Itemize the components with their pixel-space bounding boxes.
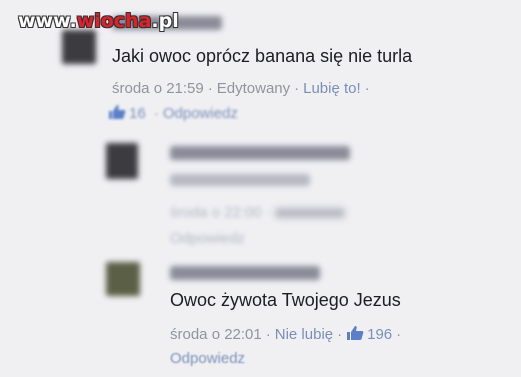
comment-actions: 16 · Odpowiedz <box>108 104 238 122</box>
edited-label[interactable]: Edytowany <box>217 80 290 97</box>
avatar[interactable] <box>62 30 96 64</box>
like-button[interactable]: Lubię to! <box>303 80 361 97</box>
comment-meta: środa o 21:59 · Edytowany · Lubię to! · <box>112 80 370 97</box>
thumbs-up-icon <box>347 326 364 340</box>
author-name[interactable] <box>170 266 320 280</box>
comment-meta: środa o 22:00 · <box>170 204 345 221</box>
watermark-prefix: www. <box>18 10 77 32</box>
likes-count[interactable]: 16 <box>108 105 150 122</box>
comment-actions: Odpowiedz <box>170 230 245 247</box>
comment-text: Owoc żywota Twojego Jezus <box>170 290 401 310</box>
timestamp[interactable]: środa o 21:59 <box>112 80 204 97</box>
comment-text <box>170 174 310 186</box>
blurred-action[interactable] <box>274 208 345 218</box>
avatar[interactable] <box>106 262 140 296</box>
reply-button[interactable]: Odpowiedz <box>163 105 238 122</box>
timestamp[interactable]: środa o 22:00 <box>170 204 262 221</box>
thumbs-up-icon <box>109 105 126 119</box>
unlike-button[interactable]: Nie lubię <box>275 326 333 343</box>
likes-count-value: 196 <box>367 326 393 343</box>
reply-button[interactable]: Odpowiedz <box>170 230 245 247</box>
watermark-suffix: .pl <box>151 10 179 32</box>
author-name[interactable] <box>170 146 350 160</box>
timestamp[interactable]: środa o 22:01 <box>170 326 262 343</box>
likes-count-value: 16 <box>129 105 146 122</box>
avatar[interactable] <box>106 143 138 179</box>
likes-count[interactable]: 196 <box>346 326 392 343</box>
watermark-name: wiocha <box>76 10 152 32</box>
comment-actions: Odpowiedz <box>170 350 245 367</box>
site-watermark: www.wiocha.pl <box>18 10 179 32</box>
comment-meta: środa o 22:01 · Nie lubię · 196 · <box>170 326 402 343</box>
comment-text: Jaki owoc oprócz banana się nie turla <box>112 46 413 66</box>
reply-button[interactable]: Odpowiedz <box>170 350 245 367</box>
